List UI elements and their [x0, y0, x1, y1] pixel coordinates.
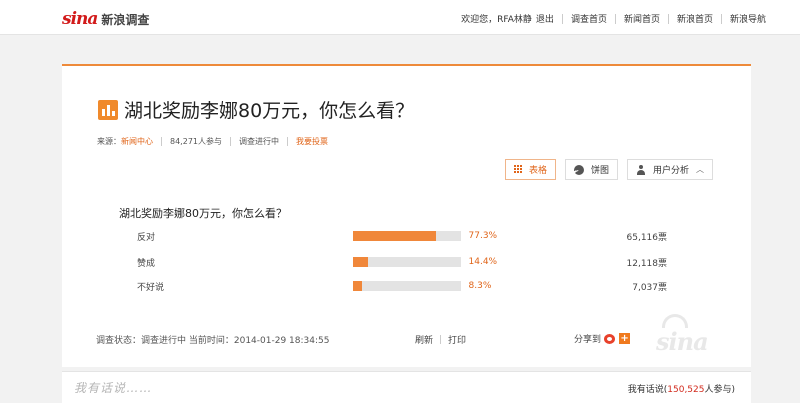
survey-status: 调查进行中 — [239, 137, 279, 146]
option-label: 赞成 — [137, 258, 156, 269]
option-percent: 8.3% — [468, 281, 492, 291]
option-row: 赞成 14.4% 12,118票 — [137, 255, 667, 269]
weibo-share-icon[interactable] — [604, 333, 616, 344]
logout-link[interactable]: 退出 — [536, 12, 554, 25]
nav-divider — [720, 13, 722, 24]
sina-home-link[interactable]: 新浪首页 — [677, 12, 713, 25]
comment-count-prefix: 我有话说( — [627, 385, 668, 395]
option-votes: 12,118票 — [626, 258, 668, 269]
meta-divider — [287, 137, 288, 146]
option-votes: 7,037票 — [632, 282, 667, 293]
result-bar-fill — [352, 281, 362, 291]
watermark-text: sina — [656, 327, 709, 356]
chevron-up-icon: ︿ — [696, 165, 704, 174]
meta-divider — [161, 137, 162, 146]
question-title: 湖北奖励李娜80万元，你怎么看？ — [119, 207, 287, 220]
table-view-label: 表格 — [528, 166, 547, 176]
print-link[interactable]: 打印 — [448, 333, 466, 346]
pie-chart-icon — [573, 164, 584, 175]
meta-divider — [230, 137, 231, 146]
option-label: 不好说 — [137, 282, 165, 293]
survey-footer-status: 调查状态：调查进行中 当前时间：2014-01-29 18:34:55 — [96, 336, 330, 346]
comment-bar: 我有话说…… 我有话说(150,525人参与) — [62, 371, 751, 403]
user-icon — [636, 164, 646, 175]
participant-count: 84,271人参与 — [170, 137, 222, 146]
watermark-eye-icon — [662, 314, 688, 328]
pie-view-label: 饼图 — [590, 166, 609, 176]
user-analysis-label: 用户分析 — [652, 166, 689, 176]
share-label: 分享到 — [574, 335, 602, 345]
survey-actions: 刷新 打印 — [415, 333, 466, 346]
comment-count-number: 150,525 — [667, 385, 705, 395]
pie-view-button[interactable]: 饼图 — [564, 159, 618, 180]
share-area: 分享到 + — [574, 332, 631, 345]
source-link[interactable]: 新闻中心 — [121, 136, 153, 147]
result-bar — [352, 231, 461, 241]
option-votes: 65,116票 — [626, 232, 668, 243]
sina-survey-logo[interactable]: sina 新浪调查 — [62, 8, 149, 28]
vote-link[interactable]: 我要投票 — [296, 136, 328, 147]
result-bar-fill — [352, 231, 437, 241]
option-row: 反对 77.3% 65,116票 — [137, 229, 667, 243]
comment-count-suffix: 人参与) — [704, 385, 735, 395]
top-nav: 欢迎您，RFA林静 退出 调查首页 新闻首页 新浪首页 新浪导航 — [461, 12, 766, 25]
table-view-button[interactable]: 表格 — [504, 159, 556, 180]
survey-title: 湖北奖励李娜80万元，你怎么看？ — [124, 100, 415, 122]
sina-watermark: sina — [656, 312, 716, 356]
option-percent: 77.3% — [468, 231, 498, 241]
survey-card: 湖北奖励李娜80万元，你怎么看？ 来源： 新闻中心 84,271人参与 调查进行… — [62, 64, 751, 367]
option-percent: 14.4% — [468, 257, 498, 267]
view-toggle-group: 表格 饼图 用户分析 ︿ — [496, 159, 713, 180]
refresh-link[interactable]: 刷新 — [415, 333, 433, 346]
result-bar-fill — [352, 257, 369, 267]
survey-home-link[interactable]: 调查首页 — [571, 12, 607, 25]
comment-input-hint[interactable]: 我有话说…… — [74, 379, 152, 396]
user-greeting: 欢迎您，RFA林静 — [461, 15, 532, 25]
option-label: 反对 — [137, 232, 156, 243]
sina-navigation-link[interactable]: 新浪导航 — [730, 12, 766, 25]
survey-meta: 来源： 新闻中心 84,271人参与 调查进行中 我要投票 — [97, 136, 328, 147]
result-bar — [352, 281, 461, 291]
option-row: 不好说 8.3% 7,037票 — [137, 279, 667, 293]
nav-divider — [667, 13, 669, 24]
logo-sina-word: sina — [62, 9, 98, 29]
news-home-link[interactable]: 新闻首页 — [624, 12, 660, 25]
top-bar: sina 新浪调查 欢迎您，RFA林静 退出 调查首页 新闻首页 新浪首页 新浪… — [0, 0, 800, 35]
comment-count[interactable]: 我有话说(150,525人参与) — [628, 382, 735, 395]
result-bar — [352, 257, 461, 267]
bar-chart-icon — [98, 99, 118, 120]
nav-divider — [614, 13, 616, 24]
source-label: 来源： — [97, 137, 121, 146]
grid-icon — [513, 165, 523, 174]
nav-divider — [561, 13, 563, 24]
action-divider — [440, 335, 442, 344]
survey-title-row: 湖北奖励李娜80万元，你怎么看？ — [98, 96, 414, 123]
user-analysis-button[interactable]: 用户分析 ︿ — [626, 159, 713, 180]
logo-survey-label: 新浪调查 — [101, 13, 150, 27]
more-share-icon[interactable]: + — [619, 333, 631, 344]
